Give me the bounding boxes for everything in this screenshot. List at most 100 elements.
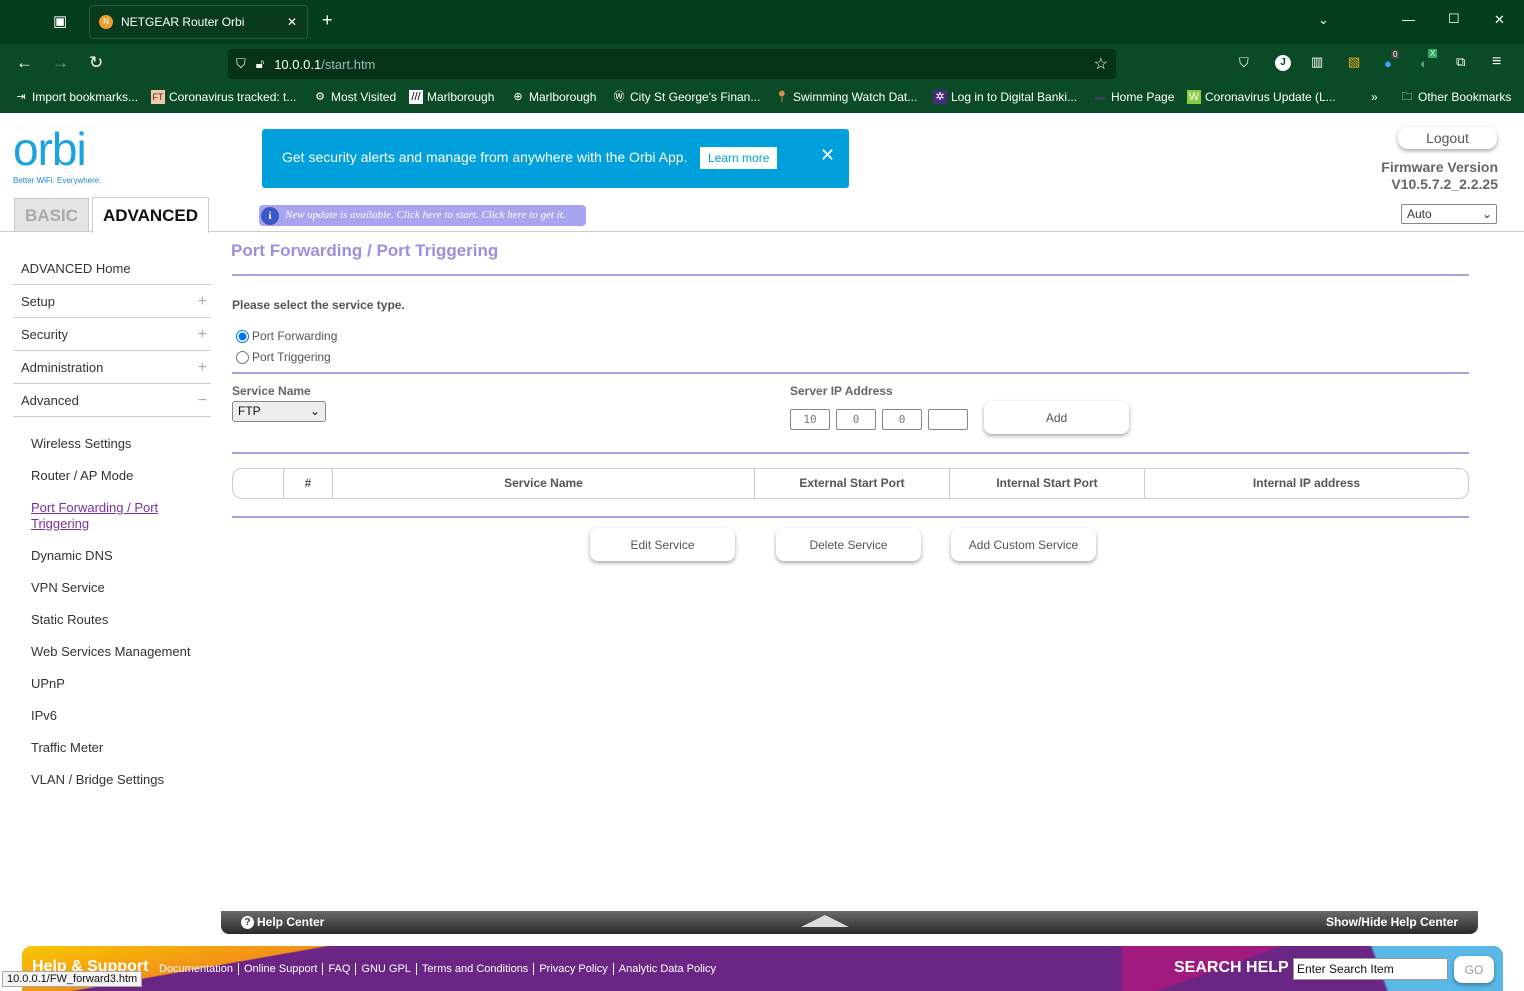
radio-port-triggering[interactable]: Port Triggering	[236, 350, 331, 364]
reload-icon[interactable]: ↻	[89, 53, 103, 73]
sidebar-sub-static-routes[interactable]: Static Routes	[31, 612, 108, 627]
expand-icon[interactable]: +	[198, 318, 207, 351]
learn-more-button[interactable]: Learn more	[700, 147, 778, 169]
radio-port-triggering-input[interactable]	[236, 350, 249, 364]
extensions-puzzle-icon[interactable]: ⧉	[1456, 54, 1465, 70]
extension-grid-icon[interactable]: ▥	[1311, 54, 1323, 70]
footer-link[interactable]: Online Support	[238, 963, 322, 975]
bookmark-star-icon[interactable]: ☆	[1094, 54, 1108, 74]
expand-icon[interactable]: +	[198, 285, 207, 318]
extension-chart-icon[interactable]: ▧	[1348, 54, 1360, 70]
add-button[interactable]: Add	[984, 401, 1129, 434]
sidebar-sub-traffic-meter[interactable]: Traffic Meter	[31, 740, 103, 755]
column-external-start-port: External Start Port	[754, 469, 949, 498]
maximize-icon[interactable]: ☐	[1448, 11, 1460, 27]
sidebar-item-advanced[interactable]: Advanced −	[13, 384, 211, 417]
show-hide-help-center[interactable]: Show/Hide Help Center	[1326, 915, 1458, 929]
bookmark-item[interactable]: W Coronavirus Update (L...	[1187, 90, 1336, 104]
footer-link[interactable]: Terms and Conditions	[415, 963, 533, 975]
bookmark-item[interactable]: Ⓦ City St George's Finan...	[612, 90, 761, 104]
minimize-icon[interactable]: —	[1402, 12, 1415, 27]
search-help-label: SEARCH HELP	[1174, 959, 1289, 976]
marlborough-icon: ///	[409, 90, 423, 104]
profile-icon[interactable]: J	[1275, 55, 1291, 71]
address-bar[interactable]: ⛉ 🔓︎ 10.0.0.1/start.htm ☆	[228, 49, 1116, 79]
sidebar-sub-web-services[interactable]: Web Services Management	[31, 644, 190, 659]
update-notice[interactable]: i New update is available. Click here to…	[259, 205, 586, 226]
footer-link[interactable]: Analytic Data Policy	[612, 963, 721, 975]
shield-icon: ⛉	[236, 56, 246, 71]
more-bookmarks-icon[interactable]: »	[1371, 90, 1378, 104]
ip-octet-3[interactable]: 0	[882, 409, 922, 430]
expand-icon[interactable]: +	[198, 351, 207, 384]
tab-list-chevron-icon[interactable]: ⌄	[1318, 12, 1329, 28]
radio-port-forwarding-input[interactable]	[236, 329, 249, 343]
sidebar-sub-upnp[interactable]: UPnP	[31, 676, 65, 691]
menu-icon[interactable]: ≡	[1492, 53, 1501, 71]
expand-arrow-icon[interactable]	[801, 915, 849, 927]
bookmark-item[interactable]: ⚙ Most Visited	[313, 90, 396, 104]
tab-advanced[interactable]: ADVANCED	[92, 197, 209, 233]
update-notice-text: New update is available. Click here to s…	[285, 209, 566, 221]
firmware-info: Firmware Version V10.5.7.2_2.2.25	[1381, 159, 1498, 193]
service-name-select[interactable]: FTP ⌄	[232, 401, 326, 422]
pocket-icon[interactable]: ⛉	[1239, 55, 1249, 71]
bookmark-label: Home Page	[1111, 90, 1175, 104]
ip-octet-1[interactable]: 10	[790, 409, 830, 430]
tab-overview-icon[interactable]: ▣	[53, 12, 67, 30]
browser-tab[interactable]: N NETGEAR Router Orbi ✕	[89, 5, 308, 39]
browser-nav-bar: ← → ↻ ⛉ 🔓︎ 10.0.0.1/start.htm ☆ ⛉ J ▥ ▧ …	[0, 44, 1524, 84]
sidebar-sub-vlan-bridge[interactable]: VLAN / Bridge Settings	[31, 772, 164, 787]
footer-link[interactable]: Documentation	[154, 963, 238, 975]
bookmark-item[interactable]: ✲ Log in to Digital Banki...	[933, 90, 1077, 104]
sidebar-sub-vpn-service[interactable]: VPN Service	[31, 580, 105, 595]
sidebar-sub-dynamic-dns[interactable]: Dynamic DNS	[31, 548, 113, 563]
close-tab-icon[interactable]: ✕	[287, 15, 297, 29]
close-banner-icon[interactable]: ✕	[820, 145, 835, 166]
extension-leaf-icon[interactable]: ◐	[1420, 56, 1428, 71]
sidebar-sub-port-forwarding[interactable]: Port Forwarding / Port Triggering	[31, 500, 191, 532]
firmware-version: V10.5.7.2_2.2.25	[1391, 176, 1498, 192]
logout-button[interactable]: Logout	[1398, 127, 1497, 149]
close-window-icon[interactable]: ✕	[1494, 12, 1505, 28]
bookmark-item[interactable]: 📍︎ Swimming Watch Dat...	[775, 90, 917, 104]
other-bookmarks[interactable]: 🗀︎ Other Bookmarks	[1400, 90, 1512, 104]
language-select[interactable]: Auto ⌄	[1401, 204, 1497, 224]
collapse-icon[interactable]: −	[198, 384, 207, 417]
search-help-input[interactable]	[1293, 958, 1448, 980]
forward-icon[interactable]: →	[52, 53, 69, 73]
help-center-bar[interactable]: ? Help Center Show/Hide Help Center	[221, 911, 1478, 934]
delete-service-button[interactable]: Delete Service	[776, 528, 921, 561]
bookmark-item[interactable]: ⇥ Import bookmarks...	[14, 90, 138, 104]
add-custom-service-button[interactable]: Add Custom Service	[951, 528, 1096, 561]
edit-service-button[interactable]: Edit Service	[590, 528, 735, 561]
ip-octet-2[interactable]: 0	[836, 409, 876, 430]
radio-port-forwarding[interactable]: Port Forwarding	[236, 329, 337, 343]
back-icon[interactable]: ←	[16, 53, 33, 73]
footer-link[interactable]: GNU GPL	[355, 963, 416, 975]
bookmark-item[interactable]: ⊕ Marlborough	[511, 90, 596, 104]
sidebar-item-setup[interactable]: Setup +	[13, 285, 211, 318]
footer-links: Documentation Online Support FAQ GNU GPL…	[154, 963, 721, 975]
sidebar-sub-ipv6[interactable]: IPv6	[31, 708, 57, 723]
bookmark-label: Other Bookmarks	[1418, 90, 1512, 104]
bookmark-item[interactable]: ▬ Home Page	[1093, 90, 1175, 104]
sidebar-sub-router-ap-mode[interactable]: Router / AP Mode	[31, 468, 133, 483]
bookmark-item[interactable]: FT Coronavirus tracked: t...	[151, 90, 296, 104]
page-title: Port Forwarding / Port Triggering	[231, 241, 499, 260]
sidebar-item-security[interactable]: Security +	[13, 318, 211, 351]
bookmark-item[interactable]: /// Marlborough	[409, 90, 494, 104]
sidebar-item-administration[interactable]: Administration +	[13, 351, 211, 384]
footer-link[interactable]: FAQ	[322, 963, 355, 975]
footer-link[interactable]: Privacy Policy	[533, 963, 612, 975]
ip-octet-4[interactable]	[928, 409, 968, 430]
new-tab-icon[interactable]: +	[322, 10, 333, 31]
tab-title: NETGEAR Router Orbi	[121, 15, 245, 29]
search-go-button[interactable]: GO	[1454, 956, 1494, 983]
service-type-prompt: Please select the service type.	[232, 298, 405, 312]
sidebar-item-advanced-home[interactable]: ADVANCED Home	[13, 252, 211, 285]
sidebar-sub-wireless-settings[interactable]: Wireless Settings	[31, 436, 131, 451]
tab-basic[interactable]: BASIC	[14, 198, 89, 232]
sidebar-item-label: Setup	[21, 294, 55, 309]
sidebar-item-label: ADVANCED Home	[21, 261, 131, 276]
